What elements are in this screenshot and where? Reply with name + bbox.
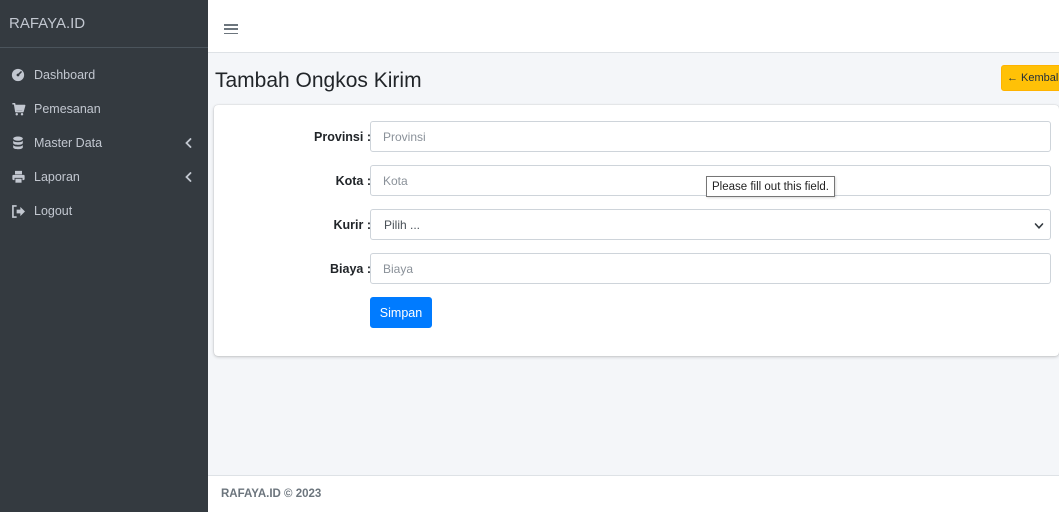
menu-toggle-icon[interactable] [224, 24, 238, 35]
sidebar-nav: Dashboard Pemesanan Master Data Laporan [0, 48, 208, 228]
chevron-left-icon [182, 137, 194, 149]
form-row-kurir: Kurir : Pilih ... [214, 209, 1059, 240]
footer: RAFAYA.ID © 2023 [208, 475, 1059, 512]
kota-label: Kota : [335, 173, 371, 188]
sidebar-item-label: Dashboard [34, 68, 96, 82]
top-navbar [208, 0, 1059, 53]
sidebar-item-label: Laporan [34, 170, 80, 184]
simpan-button[interactable]: Simpan [370, 297, 432, 328]
provinsi-input[interactable] [370, 121, 1051, 152]
back-button[interactable]: ← Kembali [1001, 65, 1059, 91]
sidebar-item-master-data[interactable]: Master Data [0, 126, 208, 160]
sidebar-item-pemesanan[interactable]: Pemesanan [0, 92, 208, 126]
footer-copyright: RAFAYA.ID © 2023 [221, 488, 322, 500]
kurir-select[interactable]: Pilih ... [370, 209, 1051, 240]
shopping-cart-icon [10, 101, 26, 117]
chevron-left-icon [182, 171, 194, 183]
chevron-down-icon [1034, 220, 1044, 230]
sidebar-item-label: Pemesanan [34, 102, 101, 116]
form-row-kota: Kota : [214, 165, 1059, 196]
form-row-biaya: Biaya : [214, 253, 1059, 284]
kurir-label: Kurir : [333, 217, 372, 232]
page-title: Tambah Ongkos Kirim [215, 69, 422, 92]
biaya-label: Biaya : [330, 261, 371, 276]
sidebar-item-logout[interactable]: Logout [0, 194, 208, 228]
kurir-selected-value: Pilih ... [384, 217, 421, 232]
sidebar-item-label: Master Data [34, 136, 103, 150]
provinsi-label: Provinsi : [314, 129, 371, 144]
validation-tooltip: Please fill out this field. [706, 176, 835, 197]
tachometer-icon [10, 67, 26, 83]
sidebar-item-label: Logout [34, 204, 73, 218]
database-icon [10, 135, 26, 151]
sidebar-item-laporan[interactable]: Laporan [0, 160, 208, 194]
form-row-provinsi: Provinsi : [214, 121, 1059, 152]
sign-out-icon [10, 203, 26, 219]
print-icon [10, 169, 26, 185]
sidebar-item-dashboard[interactable]: Dashboard [0, 58, 208, 92]
brand-logo[interactable]: RAFAYA.ID [0, 0, 208, 48]
biaya-input[interactable] [370, 253, 1051, 284]
sidebar: RAFAYA.ID Dashboard Pemesanan Master Dat… [0, 0, 208, 512]
